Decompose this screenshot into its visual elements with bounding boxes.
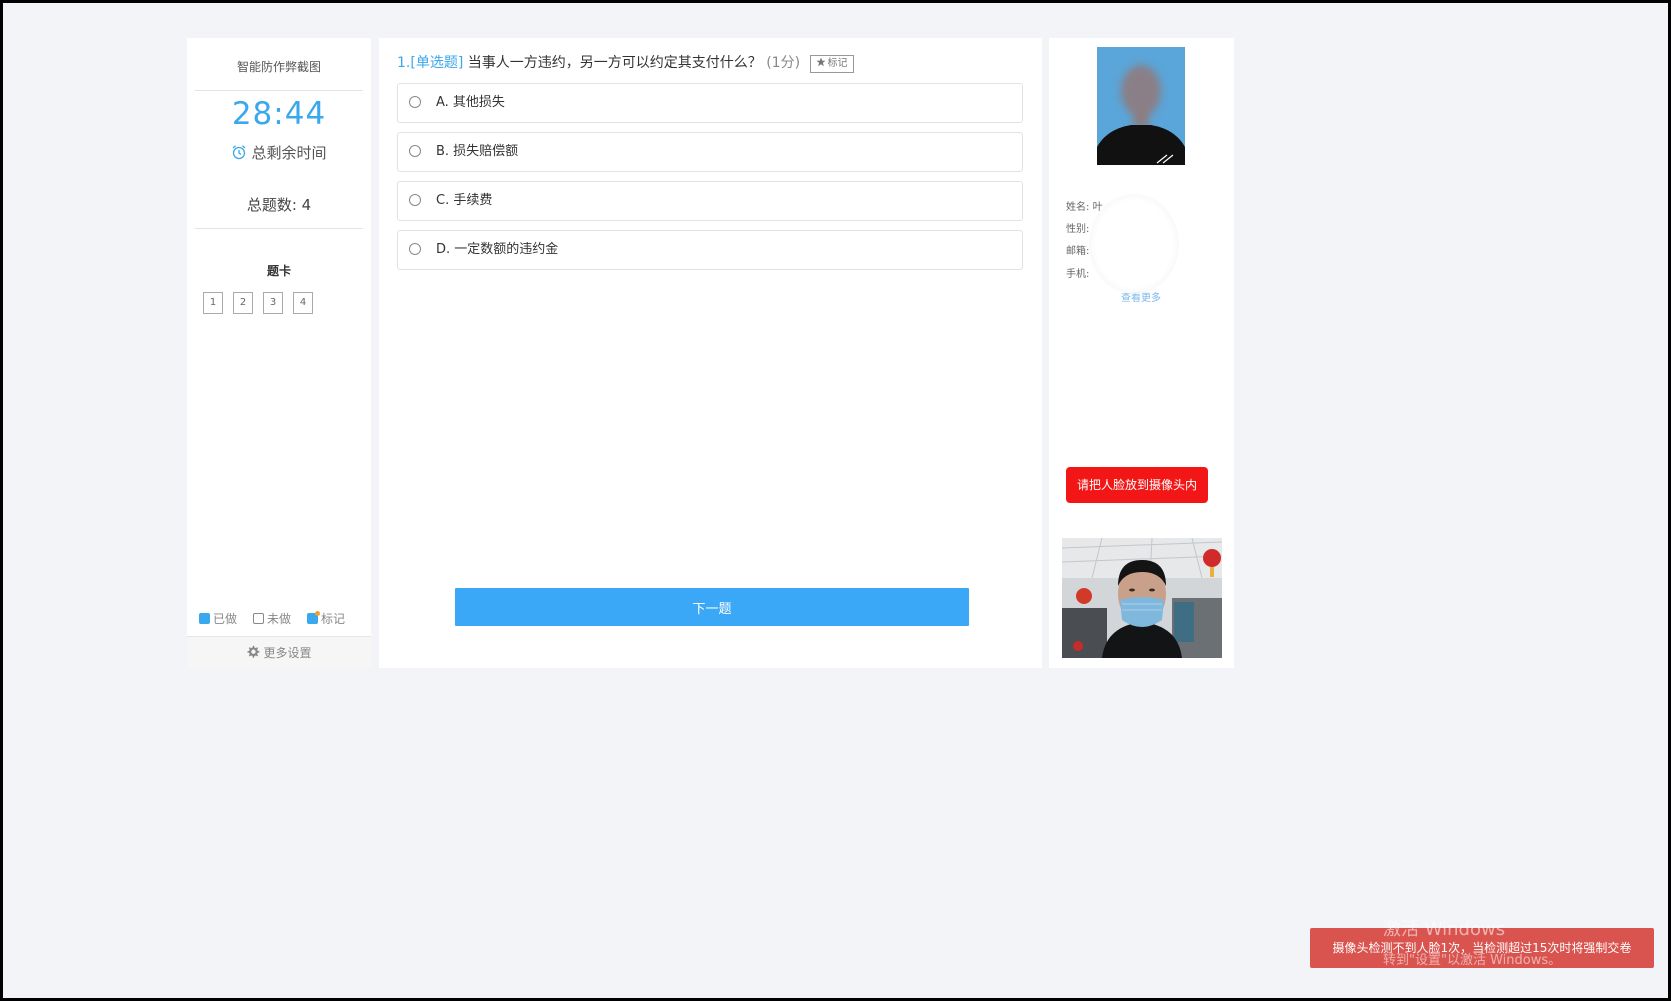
star-icon — [816, 57, 825, 67]
mark-label: 标记 — [827, 58, 848, 69]
gender-row: 性别: — [1066, 220, 1089, 235]
question-type: [单选题] — [410, 55, 464, 71]
candidate-panel: 姓名: 叶 性别: 邮箱: 手机: 查看更多 请把人脸放到摄像头内 — [1049, 38, 1234, 668]
answer-card-item-2[interactable]: 2 — [233, 292, 253, 314]
name-row: 姓名: 叶 — [1066, 198, 1103, 213]
webcam-feed-icon — [1062, 538, 1222, 658]
option-a[interactable]: A. 其他损失 — [397, 83, 1023, 123]
webcam-preview — [1062, 538, 1222, 658]
total-questions: 总题数: 4 — [246, 196, 312, 214]
legend-undone: 未做 — [253, 610, 291, 627]
legend-marked-label: 标记 — [321, 612, 346, 626]
phone-label: 手机: — [1066, 269, 1090, 280]
answer-card-item-1[interactable]: 1 — [203, 292, 223, 314]
divider — [195, 228, 363, 229]
face-detection-toast: 摄像头检测不到人脸1次，当检测超过15次时将强制交卷 — [1310, 928, 1654, 968]
anti-cheat-title: 智能防作弊截图 — [236, 60, 321, 74]
remaining-time-text: 总剩余时间 — [251, 144, 327, 162]
countdown-timer: 28:44 — [231, 96, 327, 132]
option-b[interactable]: B. 损失赔偿额 — [397, 132, 1023, 172]
face-warning-badge: 请把人脸放到摄像头内 — [1066, 467, 1208, 503]
gender-label: 性别: — [1066, 224, 1090, 235]
option-label: D. 一定数额的违约金 — [436, 242, 559, 257]
undone-square-icon — [253, 613, 264, 624]
legend-done-label: 已做 — [213, 612, 238, 626]
radio-icon[interactable] — [409, 194, 421, 206]
done-square-icon — [199, 613, 210, 624]
radio-icon[interactable] — [409, 243, 421, 255]
question-title: 1.[单选题] 当事人一方违约，另一方可以约定其支付什么？ (1分) 标记 — [397, 52, 854, 73]
more-settings-label: 更多设置 — [263, 646, 312, 660]
mark-question-button[interactable]: 标记 — [809, 55, 854, 73]
question-number: 1. — [397, 55, 411, 71]
option-label: C. 手续费 — [436, 193, 493, 208]
answer-card-title: 题卡 — [266, 264, 291, 278]
person-silhouette-icon — [1097, 47, 1185, 165]
answer-card-item-4[interactable]: 4 — [293, 292, 313, 314]
legend-marked: 标记 — [307, 610, 345, 627]
alarm-clock-icon — [233, 145, 246, 160]
name-label: 姓名: — [1066, 202, 1090, 213]
email-label: 邮箱: — [1066, 246, 1090, 257]
radio-icon[interactable] — [409, 96, 421, 108]
question-text: 当事人一方违约，另一方可以约定其支付什么？ — [467, 55, 762, 71]
privacy-blur-overlay — [1089, 194, 1179, 294]
option-c[interactable]: C. 手续费 — [397, 181, 1023, 221]
exam-page: 智能防作弊截图 28:44 总剩余时间 总题数: 4 题卡 1 2 3 4 已做… — [0, 0, 1671, 1001]
gear-icon — [247, 645, 260, 658]
remaining-time-label: 总剩余时间 — [187, 142, 371, 163]
option-d[interactable]: D. 一定数额的违约金 — [397, 230, 1023, 270]
divider — [195, 90, 363, 91]
email-row: 邮箱: — [1066, 242, 1089, 257]
candidate-photo — [1097, 47, 1185, 165]
legend-done: 已做 — [199, 610, 237, 627]
question-score: (1分) — [766, 55, 801, 71]
option-label: A. 其他损失 — [436, 95, 505, 110]
more-settings-button[interactable]: 更多设置 — [187, 636, 371, 669]
legend-undone-label: 未做 — [267, 612, 292, 626]
marked-square-icon — [307, 611, 320, 624]
next-question-button[interactable]: 下一题 — [455, 588, 969, 626]
option-label: B. 损失赔偿额 — [436, 144, 519, 159]
answer-card-item-3[interactable]: 3 — [263, 292, 283, 314]
radio-icon[interactable] — [409, 145, 421, 157]
phone-row: 手机: — [1066, 265, 1089, 280]
question-panel: 1.[单选题] 当事人一方违约，另一方可以约定其支付什么？ (1分) 标记 A.… — [379, 38, 1042, 668]
sidebar-panel: 智能防作弊截图 28:44 总剩余时间 总题数: 4 题卡 1 2 3 4 已做… — [187, 38, 371, 669]
